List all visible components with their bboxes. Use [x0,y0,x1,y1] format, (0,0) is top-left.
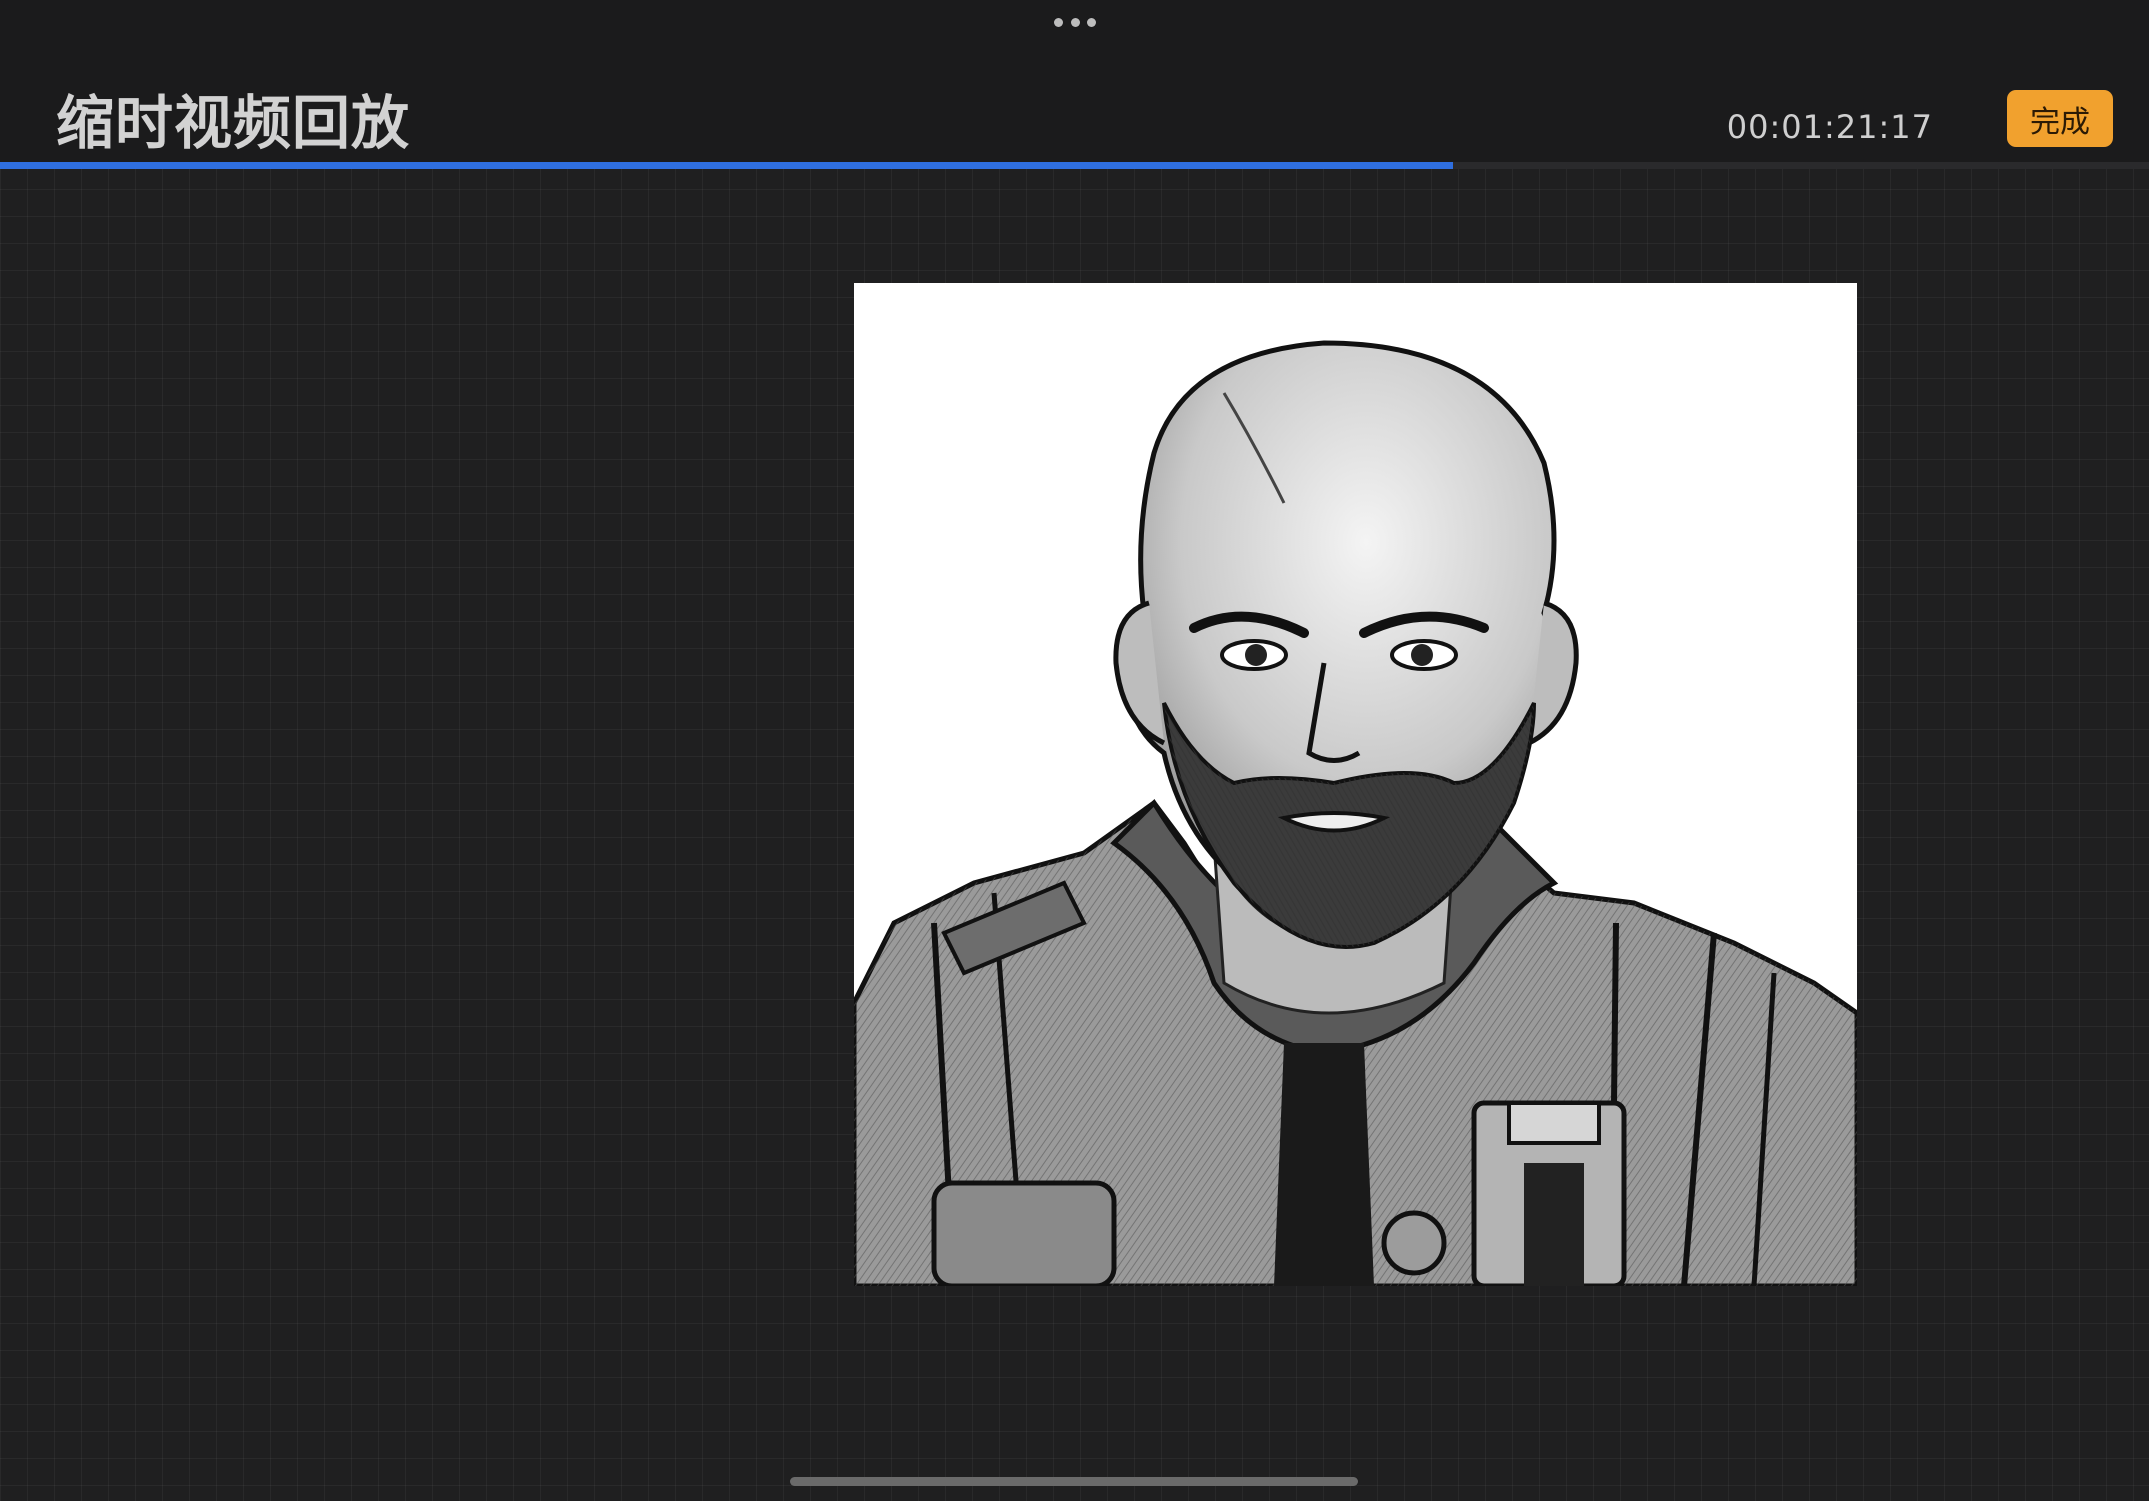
home-indicator[interactable] [790,1477,1358,1486]
artwork-canvas[interactable] [854,283,1857,1286]
more-dots-icon[interactable] [1054,16,1096,28]
top-bar: 缩时视频回放 00:01:21:17 完成 [0,0,2149,164]
page-title: 缩时视频回放 [56,89,411,157]
playback-progress-fill [0,162,1453,169]
timecode-display: 00:01:21:17 [1726,108,1933,146]
done-button[interactable]: 完成 [2007,90,2113,147]
timelapse-replay-screen: 缩时视频回放 00:01:21:17 完成 [0,0,2149,1501]
playback-progress-bar[interactable] [0,162,2149,169]
sketch-portrait-image [854,340,1857,1286]
